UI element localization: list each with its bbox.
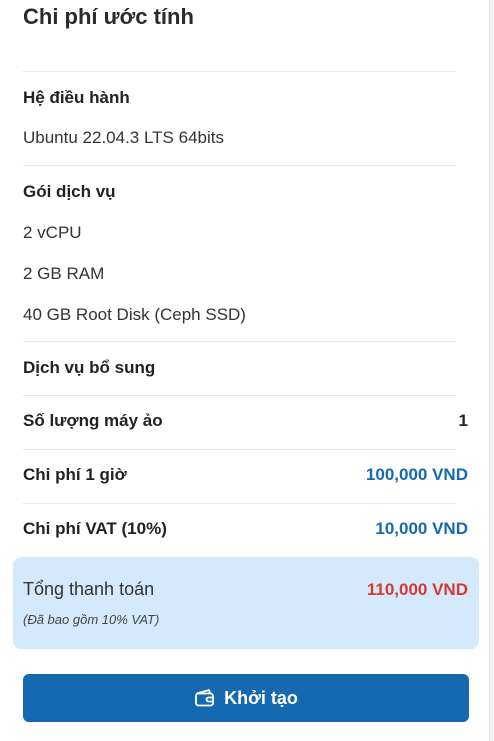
create-button-label: Khởi tạo	[224, 687, 298, 708]
page-title: Chi phí ước tính	[23, 4, 194, 29]
hourly-cost-value: 100,000 VND	[365, 465, 468, 484]
total-summary-box: Tổng thanh toán 110,000 VND (Đã bao gồm …	[13, 557, 479, 649]
vat-included-note: (Đã bao gồm 10% VAT)	[23, 612, 160, 627]
vat-cost-value: 10,000 VND	[375, 519, 468, 538]
package-disk: 40 GB Root Disk (Ceph SSD)	[23, 305, 246, 324]
total-value: 110,000 VND	[366, 579, 468, 599]
os-label: Hệ điều hành	[23, 88, 130, 107]
os-value: Ubuntu 22.04.3 LTS 64bits	[23, 128, 224, 147]
package-label: Gói dịch vụ	[23, 182, 116, 201]
divider	[23, 341, 456, 342]
vm-count-row: Số lượng máy ảo 1	[23, 411, 468, 431]
divider	[23, 71, 456, 72]
hourly-cost-row: Chi phí 1 giờ 100,000 VND	[23, 465, 468, 485]
vm-count-label: Số lượng máy ảo	[23, 411, 163, 430]
package-cpu: 2 vCPU	[23, 223, 82, 242]
total-label: Tổng thanh toán	[23, 579, 155, 599]
vat-cost-row: Chi phí VAT (10%) 10,000 VND	[23, 519, 468, 539]
vm-count-value: 1	[458, 411, 468, 430]
package-ram: 2 GB RAM	[23, 264, 105, 283]
divider	[23, 395, 456, 396]
addons-label: Dịch vụ bổ sung	[23, 358, 156, 377]
divider	[23, 503, 456, 504]
create-button[interactable]: Khởi tạo	[23, 674, 469, 722]
wallet-icon	[194, 688, 216, 708]
divider	[23, 449, 456, 450]
divider	[23, 165, 456, 166]
hourly-cost-label: Chi phí 1 giờ	[23, 465, 127, 484]
vat-cost-label: Chi phí VAT (10%)	[23, 519, 167, 538]
panel-scroll-edge	[489, 0, 494, 741]
